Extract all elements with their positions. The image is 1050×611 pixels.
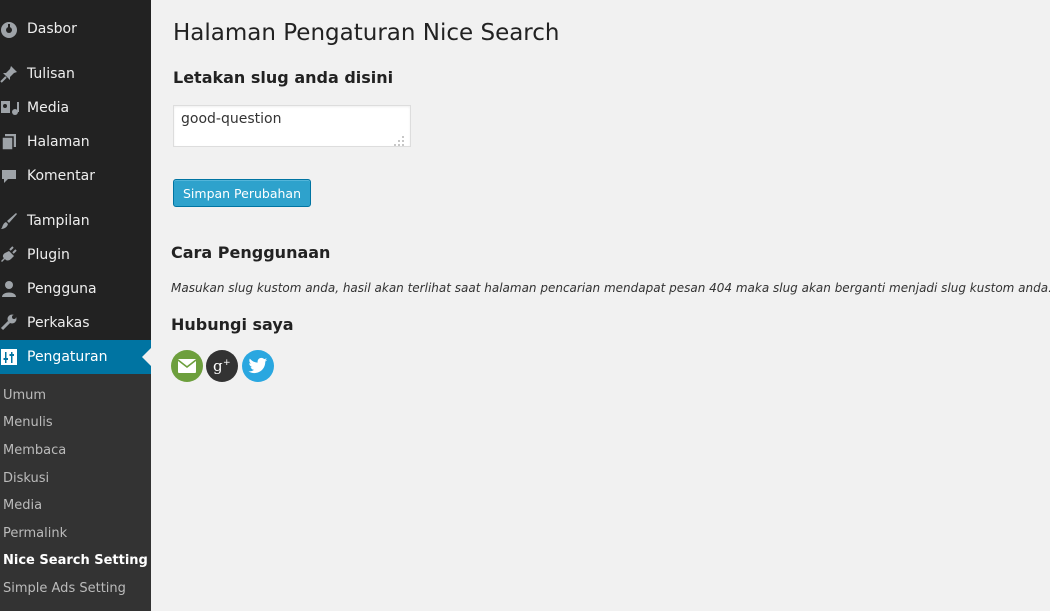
contact-heading: Hubungi saya xyxy=(171,315,294,334)
sidebar-item-dasbor[interactable]: Dasbor xyxy=(0,12,151,46)
twitter-icon[interactable] xyxy=(242,350,274,382)
save-changes-button[interactable]: Simpan Perubahan xyxy=(173,179,311,207)
pin-icon xyxy=(0,65,20,83)
sidebar-item-label: Perkakas xyxy=(27,315,90,331)
user-icon xyxy=(0,280,20,298)
sidebar-item-label: Plugin xyxy=(27,247,70,263)
sidebar-item-komentar[interactable]: Komentar xyxy=(0,159,151,193)
page-title: Halaman Pengaturan Nice Search xyxy=(173,20,560,46)
email-icon[interactable] xyxy=(171,350,203,382)
sidebar-item-media[interactable]: Media xyxy=(0,91,151,125)
sidebar-item-pengaturan[interactable]: Pengaturan xyxy=(0,340,151,374)
wrench-icon xyxy=(0,314,20,332)
sidebar-item-label: Tulisan xyxy=(27,66,75,82)
sidebar-item-pengguna[interactable]: Pengguna xyxy=(0,272,151,306)
main-content: Halaman Pengaturan Nice Search Letakan s… xyxy=(151,0,1050,611)
sidebar-item-label: Pengguna xyxy=(27,281,97,297)
sidebar-item-label: Komentar xyxy=(27,168,95,184)
submenu-item-membaca[interactable]: Membaca xyxy=(3,443,66,459)
admin-sidebar: Dasbor Tulisan Media Halaman Komentar Ta… xyxy=(0,0,151,611)
sidebar-item-tampilan[interactable]: Tampilan xyxy=(0,204,151,238)
svg-text:+: + xyxy=(223,358,231,368)
plugin-icon xyxy=(0,246,20,264)
usage-heading: Cara Penggunaan xyxy=(171,243,331,262)
svg-text:g: g xyxy=(213,357,223,375)
sidebar-item-plugin[interactable]: Plugin xyxy=(0,238,151,272)
submenu-item-umum[interactable]: Umum xyxy=(3,388,46,404)
settings-icon xyxy=(0,348,20,366)
slug-heading: Letakan slug anda disini xyxy=(173,68,394,87)
sidebar-item-label: Pengaturan xyxy=(27,349,108,365)
sidebar-item-label: Dasbor xyxy=(27,21,77,37)
sidebar-item-tulisan[interactable]: Tulisan xyxy=(0,57,151,91)
submenu-item-permalink[interactable]: Permalink xyxy=(3,526,67,542)
sidebar-item-perkakas[interactable]: Perkakas xyxy=(0,306,151,340)
google-plus-icon[interactable]: g + xyxy=(206,350,238,382)
submenu-item-menulis[interactable]: Menulis xyxy=(3,415,53,431)
submenu-item-media[interactable]: Media xyxy=(3,498,42,514)
submenu-item-nice-search-setting[interactable]: Nice Search Setting xyxy=(3,553,148,569)
sidebar-item-label: Media xyxy=(27,100,70,116)
sidebar-item-halaman[interactable]: Halaman xyxy=(0,125,151,159)
slug-textarea[interactable]: good-question xyxy=(173,105,411,147)
resize-grip-icon[interactable] xyxy=(393,132,405,146)
comment-icon xyxy=(0,167,20,185)
media-icon xyxy=(0,99,20,117)
usage-description: Masukan slug kustom anda, hasil akan ter… xyxy=(171,281,1050,295)
pages-icon xyxy=(0,133,20,151)
submenu-item-simple-ads-setting[interactable]: Simple Ads Setting xyxy=(3,581,126,597)
sidebar-item-label: Tampilan xyxy=(27,213,90,229)
brush-icon xyxy=(0,212,20,230)
dashboard-icon xyxy=(0,20,20,38)
sidebar-item-label: Halaman xyxy=(27,134,90,150)
submenu-item-diskusi[interactable]: Diskusi xyxy=(3,471,49,487)
settings-submenu: Umum Menulis Membaca Diskusi Media Perma… xyxy=(0,374,151,611)
